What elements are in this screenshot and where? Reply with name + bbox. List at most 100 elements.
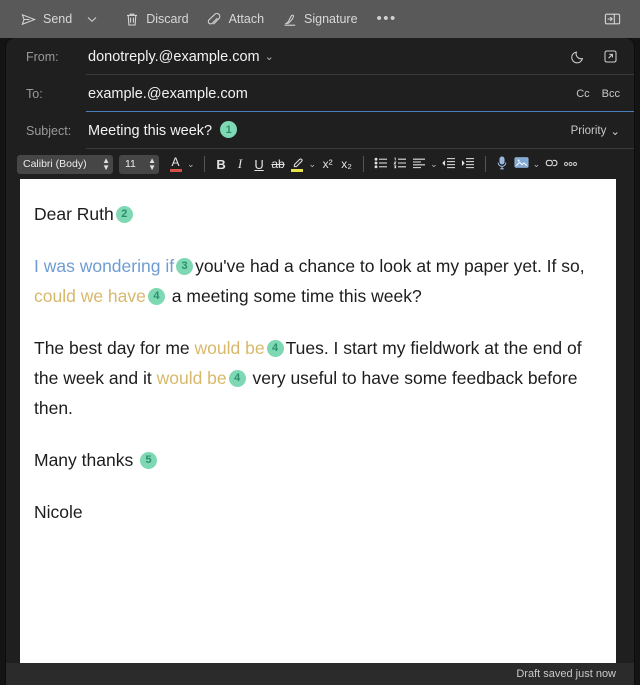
underline-button[interactable]: U bbox=[250, 152, 269, 176]
message-body[interactable]: Dear Ruth 2 I was wondering if 3 you've had… bbox=[20, 179, 616, 663]
open-in-new-icon[interactable] bbox=[600, 47, 620, 67]
to-value: example.@example.com bbox=[88, 85, 248, 102]
paragraph1-blue-text: I was wondering if bbox=[34, 256, 175, 276]
annotation-badge-3[interactable]: 3 bbox=[176, 257, 194, 275]
to-label: To: bbox=[26, 86, 43, 101]
decrease-indent-icon bbox=[442, 157, 456, 172]
discard-button[interactable]: Discard bbox=[115, 6, 197, 32]
increase-indent-icon bbox=[461, 157, 475, 172]
increase-indent-button[interactable] bbox=[459, 152, 478, 176]
bold-button[interactable]: B bbox=[212, 152, 231, 176]
annotation-badge-4c[interactable]: 4 bbox=[228, 369, 246, 387]
body-paragraph-1: I was wondering if 3 you've had a chance t… bbox=[34, 251, 594, 311]
strikethrough-button[interactable]: ab bbox=[269, 152, 288, 176]
toolbar-divider-3 bbox=[484, 156, 486, 172]
paragraph2-start-text: The best day for me bbox=[34, 338, 190, 358]
body-greeting: Dear Ruth 2 bbox=[34, 199, 594, 229]
bulleted-list-icon bbox=[374, 157, 388, 172]
attach-button[interactable]: Attach bbox=[198, 6, 273, 32]
send-paper-plane-icon bbox=[21, 12, 36, 27]
subject-row-actions: Priority ⌄ bbox=[561, 124, 620, 138]
priority-label: Priority bbox=[570, 124, 607, 137]
body-signature: Nicole bbox=[34, 502, 83, 522]
font-family-value: Calibri (Body) bbox=[23, 158, 87, 170]
discard-button-label: Discard bbox=[146, 12, 189, 26]
font-family-stepper-icon: ▲ ▼ bbox=[102, 156, 110, 172]
priority-dropdown[interactable]: Priority ⌄ bbox=[571, 124, 620, 138]
align-button[interactable] bbox=[409, 152, 428, 176]
insert-picture-icon bbox=[514, 156, 529, 172]
greeting-text: Dear Ruth bbox=[34, 204, 114, 224]
from-field[interactable]: donotreply.@example.com ⌄ bbox=[88, 38, 558, 75]
annotation-badge-2[interactable]: 2 bbox=[115, 205, 133, 223]
font-size-stepper-icon: ▲ ▼ bbox=[148, 156, 156, 172]
font-color-chevron-down-icon[interactable]: ⌄ bbox=[185, 152, 197, 176]
dictate-button[interactable] bbox=[493, 152, 512, 176]
highlight-chevron-down-icon[interactable]: ⌄ bbox=[307, 152, 319, 176]
picture-chevron-down-icon[interactable]: ⌄ bbox=[531, 152, 543, 176]
paragraph2-gold-text-b: would be bbox=[156, 368, 227, 388]
insert-link-button[interactable] bbox=[542, 152, 561, 176]
annotation-badge-4b[interactable]: 4 bbox=[266, 339, 284, 357]
subscript-button[interactable]: x₂ bbox=[337, 152, 356, 176]
to-input[interactable]: example.@example.com bbox=[88, 75, 566, 112]
subject-value: Meeting this week? bbox=[88, 122, 213, 139]
bulleted-list-button[interactable] bbox=[371, 152, 390, 176]
chevron-down-icon bbox=[87, 16, 97, 22]
format-toolbar: Calibri (Body) ▲▼ 11 ▲▼ A ⌄ B I U ab ⌄ bbox=[6, 149, 634, 179]
subject-input[interactable]: Meeting this week? 1 bbox=[88, 112, 561, 149]
toolbar-divider bbox=[203, 156, 205, 172]
body-scrollbar[interactable] bbox=[613, 179, 616, 663]
align-left-icon bbox=[412, 157, 426, 172]
signature-button-label: Signature bbox=[304, 12, 358, 26]
moon-icon[interactable] bbox=[568, 47, 588, 67]
to-row: To: example.@example.com Cc Bcc bbox=[6, 75, 634, 112]
font-size-select[interactable]: 11 ▲ ▼ bbox=[119, 154, 159, 174]
subject-label: Subject: bbox=[26, 123, 72, 138]
annotation-badge-5[interactable]: 5 bbox=[140, 451, 158, 469]
paragraph1-gold-text: could we have bbox=[34, 286, 146, 306]
italic-button[interactable]: I bbox=[231, 152, 250, 176]
more-formatting-icon[interactable] bbox=[561, 152, 580, 176]
to-row-actions: Cc Bcc bbox=[566, 88, 620, 100]
insert-picture-button[interactable] bbox=[512, 152, 531, 176]
paragraph2-gold-text-a: would be bbox=[194, 338, 265, 358]
status-bar: Draft saved just now bbox=[6, 663, 634, 685]
send-button[interactable]: Send bbox=[12, 6, 81, 32]
font-color-button[interactable]: A bbox=[166, 152, 185, 176]
message-body-content: Dear Ruth 2 I was wondering if 3 you've had… bbox=[20, 179, 616, 527]
body-closing: Many thanks 5 bbox=[34, 445, 594, 475]
numbered-list-icon bbox=[392, 157, 407, 172]
annotation-badge-4a[interactable]: 4 bbox=[147, 287, 165, 305]
decrease-indent-button[interactable] bbox=[440, 152, 459, 176]
insert-link-icon bbox=[544, 157, 559, 172]
bcc-button[interactable]: Bcc bbox=[602, 88, 620, 100]
font-family-select[interactable]: Calibri (Body) ▲ ▼ bbox=[17, 154, 113, 174]
trash-icon bbox=[124, 12, 139, 27]
draft-saved-status: Draft saved just now bbox=[516, 668, 616, 680]
font-color-icon: A bbox=[169, 156, 182, 172]
annotation-badge-1[interactable]: 1 bbox=[220, 121, 238, 138]
numbered-list-button[interactable] bbox=[390, 152, 409, 176]
signature-button[interactable]: Signature bbox=[273, 6, 367, 32]
paperclip-icon bbox=[207, 12, 222, 27]
reading-pane-icon[interactable] bbox=[600, 8, 624, 30]
align-chevron-down-icon[interactable]: ⌄ bbox=[428, 152, 440, 176]
from-value: donotreply.@example.com bbox=[88, 48, 260, 65]
send-options-caret[interactable] bbox=[81, 6, 103, 32]
subject-row: Subject: Meeting this week? 1 Priority ⌄ bbox=[6, 112, 634, 149]
compose-window: From: donotreply.@example.com ⌄ To: exam… bbox=[6, 38, 634, 685]
paragraph1-mid-text: you've had a chance to look at my paper … bbox=[195, 256, 585, 276]
body-paragraph-2: The best day for me would be 4 Tues. I sta… bbox=[34, 333, 594, 423]
signature-pen-icon bbox=[282, 12, 297, 27]
highlight-button[interactable] bbox=[288, 152, 307, 176]
more-options-icon[interactable]: ••• bbox=[367, 11, 407, 26]
cc-button[interactable]: Cc bbox=[576, 88, 589, 100]
from-chevron-down-icon[interactable]: ⌄ bbox=[265, 50, 274, 63]
from-row: From: donotreply.@example.com ⌄ bbox=[6, 38, 634, 75]
superscript-button[interactable]: x² bbox=[318, 152, 337, 176]
command-bar-right-group bbox=[600, 8, 630, 30]
font-size-value: 11 bbox=[125, 158, 136, 170]
subject-underline bbox=[86, 148, 634, 149]
attach-button-label: Attach bbox=[228, 12, 265, 26]
